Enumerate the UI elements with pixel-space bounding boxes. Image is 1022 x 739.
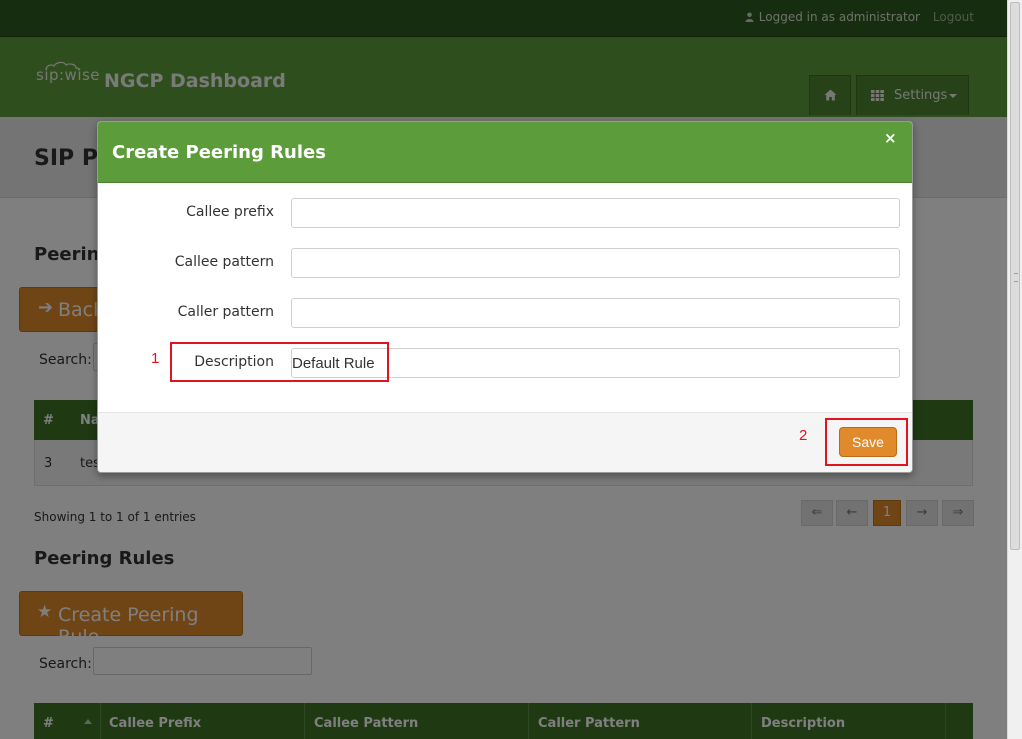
modal-title: Create Peering Rules [112, 142, 326, 163]
annotation-number-1: 1 [151, 350, 160, 367]
callee-prefix-label: Callee prefix [186, 204, 274, 220]
annotation-box-description [170, 342, 389, 382]
close-icon[interactable]: × [884, 129, 897, 147]
callee-pattern-input[interactable] [291, 248, 900, 278]
create-peering-rules-dialog: Create Peering Rules × Callee prefix Cal… [97, 121, 913, 473]
modal-header: Create Peering Rules × [98, 122, 912, 183]
annotation-box-save [825, 418, 908, 466]
callee-pattern-label: Callee pattern [174, 254, 274, 270]
annotation-number-2: 2 [799, 427, 808, 444]
modal-footer [98, 412, 912, 472]
caller-pattern-label: Caller pattern [177, 304, 274, 320]
vertical-scrollbar[interactable] [1007, 0, 1022, 739]
callee-prefix-input[interactable] [291, 198, 900, 228]
scrollbar-thumb[interactable] [1010, 2, 1020, 550]
scrollbar-grip-icon [1014, 273, 1018, 282]
caller-pattern-input[interactable] [291, 298, 900, 328]
